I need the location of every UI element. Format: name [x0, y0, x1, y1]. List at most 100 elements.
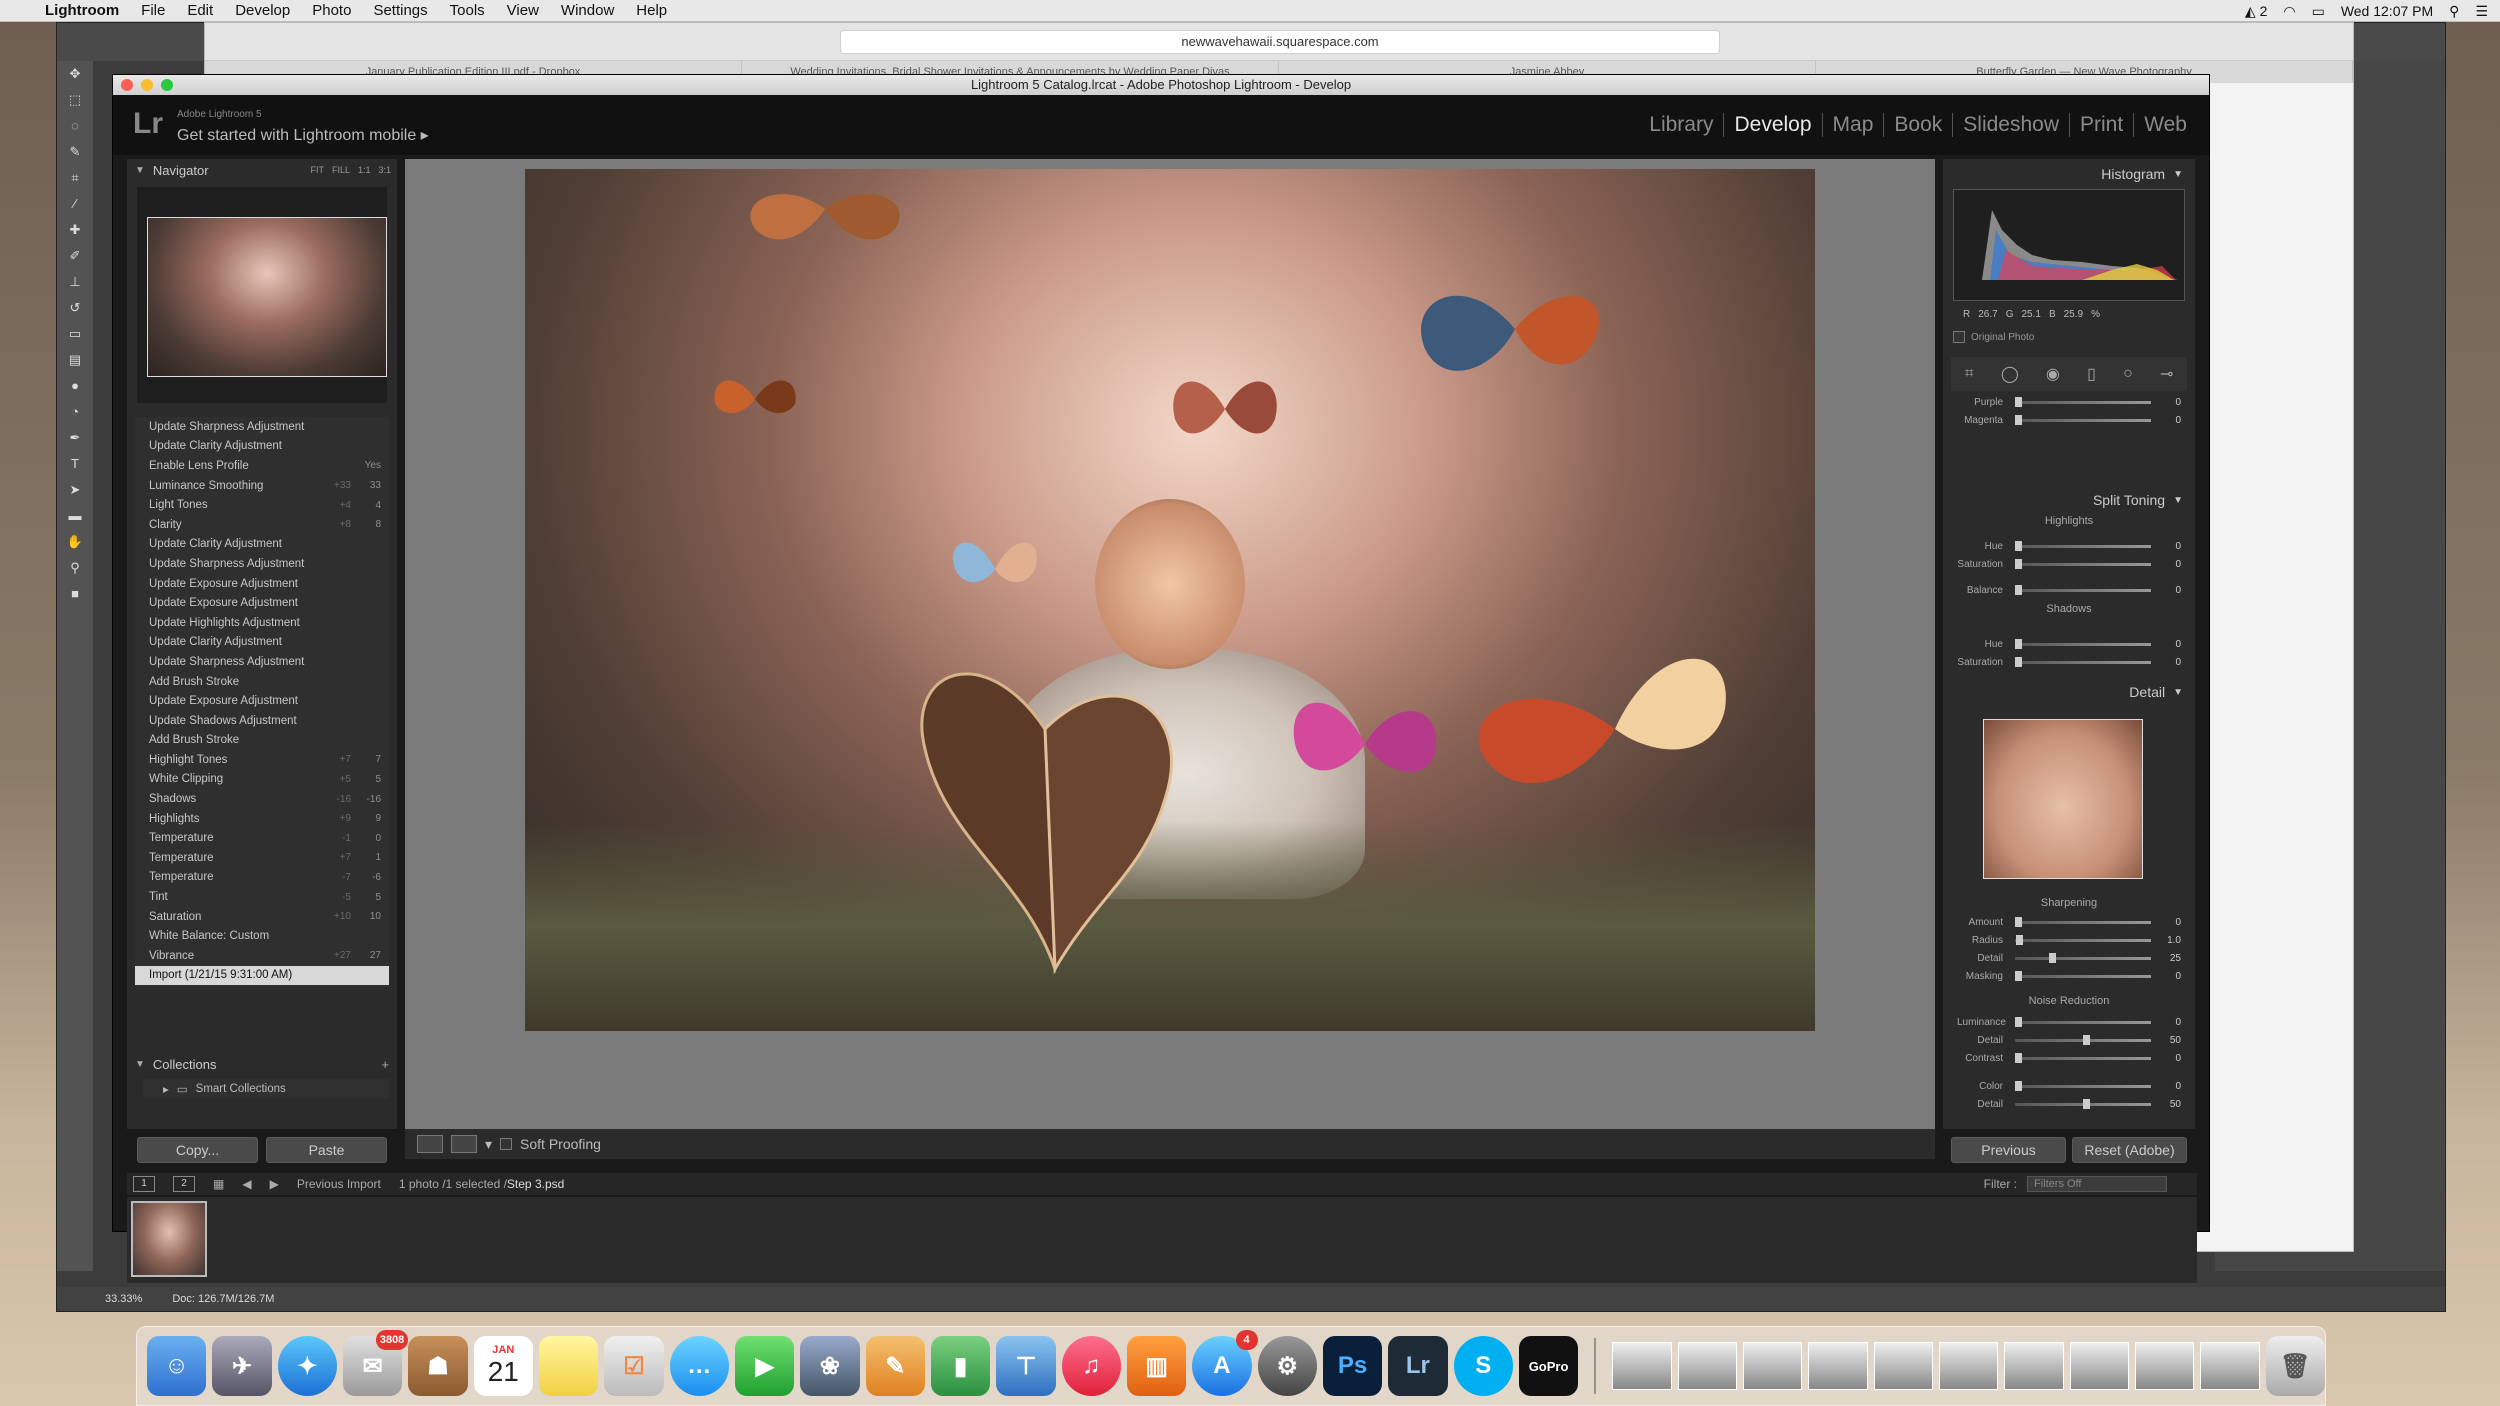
slider-value[interactable]: 0 [2157, 397, 2181, 408]
slider-thumb[interactable] [2015, 638, 2022, 649]
slider-track[interactable] [2015, 540, 2151, 551]
zoom-tool-icon[interactable]: ⚲ [57, 555, 93, 581]
finder-icon[interactable]: ☺ [147, 1336, 207, 1396]
address-bar[interactable]: newwavehawaii.squarespace.com [840, 30, 1720, 54]
numbers-icon[interactable]: ▮ [930, 1336, 991, 1396]
add-collection-icon[interactable]: + [381, 1057, 397, 1072]
magenta-slider[interactable]: Magenta 0 [1957, 413, 2181, 427]
filmstrip-thumbnail[interactable] [131, 1201, 207, 1277]
dock-file-thumbnail[interactable] [1742, 1342, 1803, 1390]
history-step[interactable]: Clarity +8 8 [135, 515, 389, 535]
module-print[interactable]: Print [2069, 113, 2133, 137]
slider-thumb[interactable] [2015, 1080, 2022, 1091]
history-step[interactable]: Import (1/21/15 9:31:00 AM) [135, 965, 389, 986]
lasso-tool-icon[interactable]: ◌ [57, 113, 93, 139]
before-after-icon[interactable] [451, 1135, 477, 1153]
slider-value[interactable]: 0 [2157, 657, 2181, 668]
path-select-tool-icon[interactable]: ➤ [57, 477, 93, 503]
history-step[interactable]: Update Exposure Adjustment [135, 691, 389, 711]
soft-proofing-checkbox[interactable] [500, 1138, 513, 1150]
notification-center-icon[interactable]: ☰ [2475, 3, 2488, 20]
slider-thumb[interactable] [2015, 970, 2022, 981]
launchpad-icon[interactable]: ✈ [212, 1336, 272, 1396]
dock-file-thumbnail[interactable] [2004, 1342, 2064, 1390]
close-window-button[interactable] [121, 79, 133, 91]
battery-icon[interactable]: ▭ [2312, 3, 2325, 20]
dock-file-thumbnail[interactable] [1612, 1342, 1672, 1390]
trash-icon[interactable]: 🗑 [2265, 1336, 2325, 1396]
original-photo-checkbox[interactable] [1953, 331, 1965, 343]
slider-value[interactable]: 0 [2157, 917, 2181, 928]
history-step[interactable]: Update Exposure Adjustment [135, 574, 389, 594]
dock-file-thumbnail[interactable] [1808, 1342, 1868, 1390]
module-web[interactable]: Web [2133, 113, 2197, 137]
slider-value[interactable]: 0 [2157, 559, 2181, 570]
purple-slider[interactable]: Purple 0 [1957, 395, 2181, 409]
adjustment-brush-icon[interactable]: ⊸ [2160, 364, 2173, 384]
module-library[interactable]: Library [1639, 113, 1723, 137]
history-step[interactable]: Update Exposure Adjustment [135, 593, 389, 613]
slider-thumb[interactable] [2015, 656, 2022, 667]
crop-tool-icon[interactable]: ⌗ [57, 165, 93, 191]
back-arrow-icon[interactable]: ◀ [242, 1177, 251, 1191]
gopro-icon[interactable]: GoPro [1518, 1336, 1579, 1396]
zoom-3-1[interactable]: 3:1 [378, 165, 391, 175]
file-name[interactable]: Step 3.psd [507, 1177, 564, 1191]
slider-thumb[interactable] [2015, 396, 2022, 407]
slider-value[interactable]: 0 [2157, 585, 2181, 596]
lightroom-dock-icon[interactable]: Lr [1388, 1336, 1448, 1396]
navigator-thumbnail[interactable] [147, 217, 387, 377]
app-store-icon[interactable]: A4 [1192, 1330, 1258, 1396]
photo-preview[interactable] [525, 169, 1815, 1031]
history-step[interactable]: Update Sharpness Adjustment [135, 417, 389, 437]
radial-filter-icon[interactable]: ○ [2123, 365, 2133, 383]
slider-track[interactable] [2015, 970, 2151, 981]
history-step[interactable]: White Clipping +5 5 [135, 770, 389, 790]
history-step[interactable]: Update Clarity Adjustment [135, 633, 389, 653]
slider-thumb[interactable] [2083, 1098, 2090, 1109]
split-toning-header[interactable]: Split Toning ▼ [1943, 489, 2195, 511]
red-eye-icon[interactable]: ◉ [2046, 364, 2060, 384]
detail-header[interactable]: Detail ▼ [1943, 681, 2195, 703]
shape-tool-icon[interactable]: ▬ [57, 503, 93, 529]
contacts-icon[interactable]: ☗ [408, 1336, 468, 1396]
zoom-fill[interactable]: FILL [332, 165, 350, 175]
noise-contrast-slider[interactable]: Contrast 0 [1957, 1051, 2181, 1065]
menu-photo[interactable]: Photo [301, 2, 362, 19]
paste-button[interactable]: Paste [266, 1137, 387, 1163]
spot-removal-icon[interactable]: ◯ [2001, 364, 2019, 384]
slider-value[interactable]: 0 [2157, 541, 2181, 552]
calendar-icon[interactable]: JAN 21 [473, 1336, 533, 1396]
history-step[interactable]: Temperature -1 0 [135, 828, 389, 848]
blur-tool-icon[interactable]: ● [57, 373, 93, 399]
detail-preview[interactable] [1983, 719, 2143, 879]
menu-settings[interactable]: Settings [362, 2, 438, 19]
color-swatches-icon[interactable]: ■ [57, 581, 93, 607]
slider-track[interactable] [2015, 1034, 2151, 1045]
zoom-1-1[interactable]: 1:1 [358, 165, 371, 175]
history-step[interactable]: Add Brush Stroke [135, 672, 389, 692]
slider-value[interactable]: 50 [2157, 1099, 2181, 1110]
hand-tool-icon[interactable]: ✋ [57, 529, 93, 555]
history-step[interactable]: Light Tones +4 4 [135, 495, 389, 515]
slider-track[interactable] [2015, 1098, 2151, 1109]
loupe-view-icon[interactable] [417, 1135, 443, 1153]
messages-icon[interactable]: … [669, 1336, 729, 1396]
highlights-saturation-slider[interactable]: Saturation 0 [1957, 557, 2181, 571]
module-slideshow[interactable]: Slideshow [1952, 113, 2069, 137]
shadows-saturation-slider[interactable]: Saturation 0 [1957, 655, 2181, 669]
history-brush-tool-icon[interactable]: ↺ [57, 295, 93, 321]
balance-slider[interactable]: Balance 0 [1957, 583, 2181, 597]
sharpening-masking-slider[interactable]: Masking 0 [1957, 969, 2181, 983]
menu-view[interactable]: View [496, 2, 550, 19]
wifi-icon[interactable]: ◠ [2283, 3, 2295, 20]
slider-value[interactable]: 0 [2157, 415, 2181, 426]
slider-track[interactable] [2015, 638, 2151, 649]
slider-track[interactable] [2015, 396, 2151, 407]
history-step[interactable]: Luminance Smoothing +33 33 [135, 476, 389, 496]
safari-icon[interactable]: ✦ [277, 1336, 337, 1396]
history-step[interactable]: Update Shadows Adjustment [135, 711, 389, 731]
slider-track[interactable] [2015, 656, 2151, 667]
history-step[interactable]: Highlights +9 9 [135, 809, 389, 829]
slider-track[interactable] [2015, 584, 2151, 595]
